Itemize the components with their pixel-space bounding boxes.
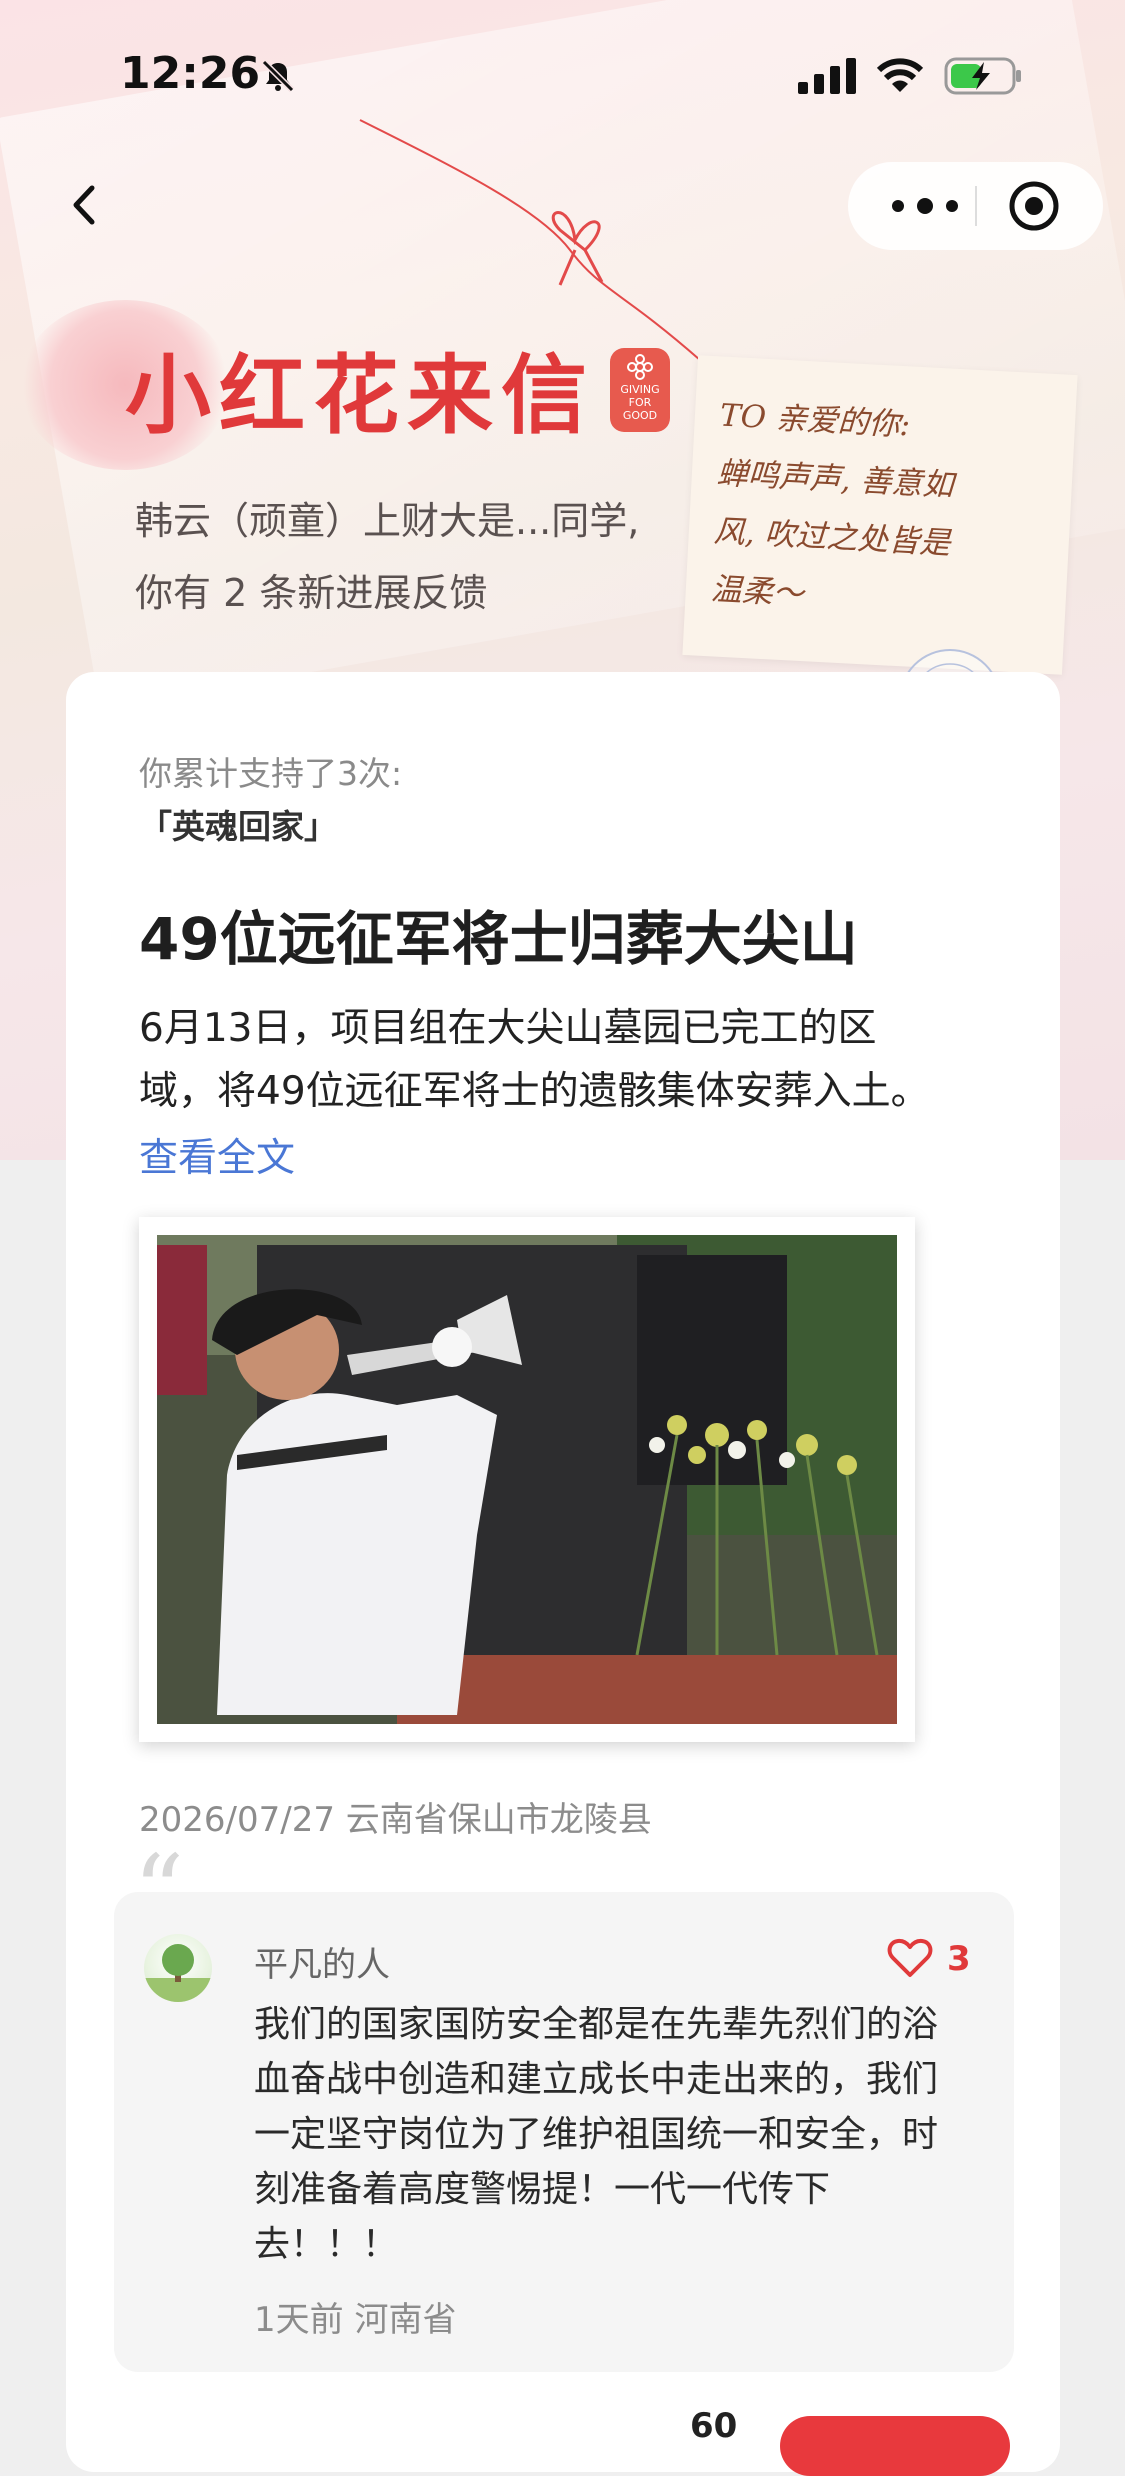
logo-stamp: GIVING FOR GOOD [610,348,670,432]
status-time: 12:26 [120,48,261,99]
more-options-icon[interactable] [880,186,970,226]
summary-line: 6月13日，项目组在大尖山墓园已完工的区 [139,1006,877,1051]
comment-line: 刻准备着高度警惕提！一代一代传下 [254,2169,831,2210]
heart-icon [887,1938,933,1977]
handwritten-note: TO 亲爱的你: 蝉鸣声声, 善意如 风, 吹过之处皆是 温柔～ [682,355,1078,675]
comment-line: 一定坚守岗位为了维护祖国统一和安全，时 [254,2114,939,2155]
progress-card: 你累计支持了3次: 「英魂回家」 49位远征军将士归葬大尖山 6月13日，项目组… [66,672,1060,2472]
bottom-action-button[interactable] [780,2416,1010,2476]
note-text: TO 亲爱的你: 蝉鸣声声, 善意如 风, 吹过之处皆是 温柔～ [709,387,1061,636]
comment-line: 去！！！ [254,2224,399,2265]
avatar[interactable] [144,1934,212,2002]
flower-icon [627,354,653,380]
project-name: 「英魂回家」 [139,807,337,846]
tree-avatar-icon [144,1944,212,2002]
capsule-divider [975,186,977,226]
like-button[interactable]: 3 [887,1937,987,1987]
battery-charging-icon [944,57,1021,95]
greeting-line1: 韩云（顽童）上财大是...同学, [135,499,640,543]
close-target-icon[interactable] [1008,180,1060,232]
comment-text: 我们的国家国防安全都是在先辈先烈们的浴 血奋战中创造和建立成长中走出来的，我们 … [254,1997,964,2272]
wifi-icon [876,58,924,92]
logo-badge-line2: FOR GOOD [622,396,658,422]
mini-program-capsule [848,162,1103,250]
update-summary: 6月13日，项目组在大尖山墓园已完工的区 域，将49位远征军将士的遗骸集体安葬入… [139,997,999,1123]
support-count: 你累计支持了3次: [139,754,403,793]
greeting-line2: 你有 2 条新进展反馈 [135,571,488,615]
comment-time-location: 1天前 河南省 [254,2300,457,2340]
update-photo [157,1235,897,1724]
update-photo-frame[interactable] [139,1217,915,1742]
comment-box: 平凡的人 3 我们的国家国防安全都是在先辈先烈们的浴 血奋战中创造和建立成长中走… [114,1892,1014,2372]
logo-title: 小红花来信 [125,345,595,446]
back-chevron-icon[interactable] [60,180,110,230]
comment-line: 我们的国家国防安全都是在先辈先烈们的浴 [254,2004,939,2045]
signal-icon [798,58,856,94]
status-bar: 12:26 [0,0,1125,150]
update-headline: 49位远征军将士归葬大尖山 [139,905,858,973]
comment-author: 平凡的人 [254,1945,390,1985]
update-date-location: 2026/07/27 云南省保山市龙陵县 [139,1800,652,1840]
bell-muted-icon [261,59,295,93]
summary-line: 域，将49位远征军将士的遗骸集体安葬入土。 [139,1069,930,1114]
comment-line: 血奋战中创造和建立成长中走出来的，我们 [254,2059,939,2100]
greeting: 韩云（顽童）上财大是...同学, 你有 2 条新进展反馈 [135,485,695,629]
like-count: 3 [947,1939,971,1979]
read-full-text-link[interactable]: 查看全文 [139,1127,295,1183]
logo-badge-line1: GIVING [620,383,660,396]
partial-count: 60 [690,2406,738,2446]
trumpeter-memorial-photo [157,1235,897,1724]
